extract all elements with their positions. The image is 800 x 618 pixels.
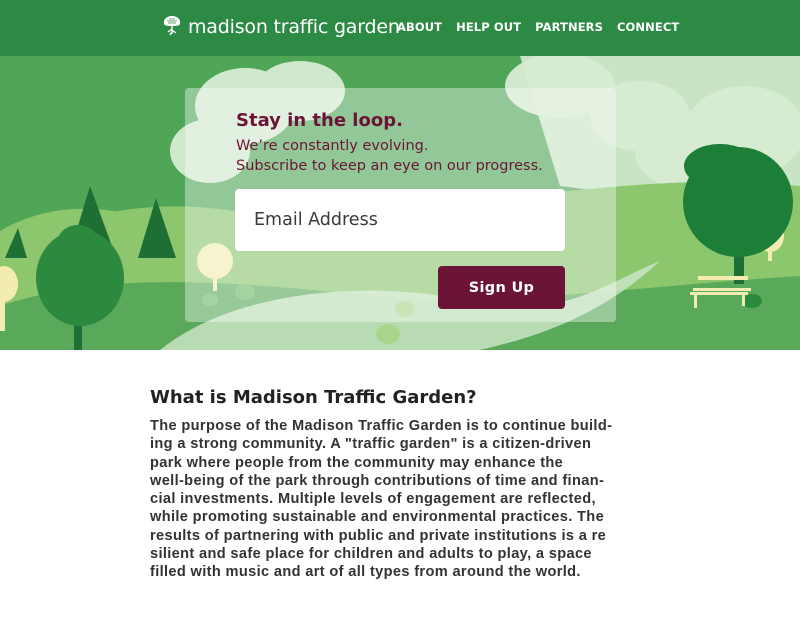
sign-up-button[interactable]: Sign Up — [438, 266, 565, 309]
about-body-line: park where people from the community may… — [150, 454, 564, 471]
nav-item-about[interactable]: ABOUT — [397, 20, 442, 34]
signup-subtitle-line: We’re constantly evolving. — [236, 138, 429, 154]
brand-logo-link[interactable]: madison traffic garden — [160, 12, 400, 42]
main-nav: ABOUT HELP OUT PARTNERS CONNECT — [397, 20, 693, 34]
signup-subtitle-line: Subscribe to keep an eye on our progress… — [236, 158, 543, 174]
nav-item-connect[interactable]: CONNECT — [617, 20, 679, 34]
about-body: The purpose of the Madison Traffic Garde… — [150, 417, 670, 582]
brand-name: madison traffic garden — [188, 16, 400, 38]
about-body-line: silient and safe place for children and … — [150, 546, 592, 563]
newsletter-signup-card: Stay in the loop. We’re constantly evolv… — [185, 88, 616, 322]
about-body-line: filled with music and art of all types f… — [150, 564, 581, 581]
email-field[interactable] — [235, 189, 565, 251]
signup-title: Stay in the loop. — [236, 110, 403, 131]
tree-logo-icon — [160, 13, 188, 42]
top-nav-bar: madison traffic garden ABOUT HELP OUT PA… — [0, 0, 800, 56]
signup-subtitle: We’re constantly evolving. Subscribe to … — [236, 136, 606, 176]
about-body-line: The purpose of the Madison Traffic Garde… — [150, 418, 613, 434]
nav-item-help-out[interactable]: HELP OUT — [456, 20, 521, 34]
about-heading: What is Madison Traffic Garden? — [150, 387, 477, 408]
nav-item-partners[interactable]: PARTNERS — [535, 20, 603, 34]
about-body-line: ing a strong community. A "traffic garde… — [150, 436, 592, 453]
about-body-line: while promoting sustainable and environm… — [150, 509, 605, 526]
about-section: What is Madison Traffic Garden? The purp… — [150, 387, 670, 582]
hero-section: Stay in the loop. We’re constantly evolv… — [0, 56, 800, 350]
about-body-line: results of partnering with public and pr… — [150, 527, 607, 544]
about-body-line: cial investments. Multiple levels of eng… — [150, 491, 596, 508]
about-body-line: well-being of the park through contribut… — [150, 472, 605, 489]
